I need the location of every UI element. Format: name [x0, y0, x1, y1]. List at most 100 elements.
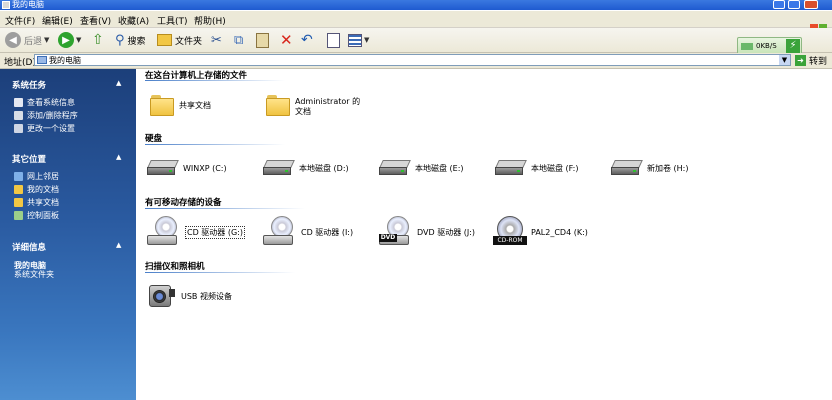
search-icon: ⚲	[115, 32, 125, 48]
go-button[interactable]: ➜ 转到	[795, 54, 827, 67]
up-folder-button[interactable]: ⇧	[92, 31, 104, 49]
properties-button[interactable]	[327, 31, 340, 49]
address-dropdown-icon[interactable]: ▼	[779, 55, 790, 65]
task-view-system-info[interactable]: 查看系统信息	[14, 97, 75, 108]
network-speed-value: 0KB/S	[756, 42, 777, 50]
toolbar: ◀ 后退 ▼ ▶ ▼ ⇧ ⚲ 搜索 文件夹 ✂ ⧉ ✕ ↶ ▼	[0, 28, 832, 53]
add-remove-programs-icon	[14, 111, 23, 120]
drive-g-cd[interactable]: CD 驱动器 (G:)	[147, 216, 245, 248]
back-label: 后退	[24, 36, 43, 47]
views-dropdown-icon[interactable]: ▼	[364, 36, 369, 44]
item-label: 共享文档	[179, 100, 211, 110]
item-label: PAL2_CD4 (K:)	[531, 227, 588, 237]
network-places-icon	[14, 172, 23, 181]
group-divider	[145, 80, 285, 81]
folder-shared-documents[interactable]: 共享文档	[149, 93, 211, 117]
title-bar: 我的电脑	[0, 0, 832, 10]
item-label: WINXP (C:)	[183, 163, 227, 173]
search-label: 搜索	[127, 36, 146, 47]
properties-icon	[327, 32, 340, 48]
go-label: 转到	[809, 57, 828, 67]
task-label: 更改一个设置	[27, 124, 75, 133]
folders-label: 文件夹	[175, 36, 203, 47]
drive-j-dvd[interactable]: DVD DVD 驱动器 (J:)	[379, 216, 475, 248]
menu-help[interactable]: 帮助(H)	[194, 14, 226, 27]
system-info-icon	[14, 98, 23, 107]
task-label: 添加/删除程序	[27, 111, 78, 120]
usb-video-device[interactable]: USB 视频设备	[147, 281, 232, 311]
collapse-chevron-icon[interactable]: ▲	[116, 153, 121, 161]
task-add-remove-programs[interactable]: 添加/删除程序	[14, 110, 78, 121]
address-bar: 地址(D) 我的电脑 ▼ ➜ 转到	[0, 53, 832, 69]
place-label: 我的文档	[27, 185, 59, 194]
delete-button[interactable]: ✕	[280, 31, 293, 49]
lightning-icon: ⚡	[786, 39, 800, 53]
views-button[interactable]: ▼	[348, 31, 369, 49]
collapse-chevron-icon[interactable]: ▲	[116, 79, 121, 87]
place-network[interactable]: 网上邻居	[14, 171, 59, 182]
maximize-button[interactable]	[788, 0, 800, 9]
folders-button[interactable]: 文件夹	[157, 31, 202, 49]
folder-admin-documents[interactable]: Administrator 的文档	[265, 93, 367, 117]
my-documents-icon	[14, 185, 23, 194]
item-label: CD 驱动器 (G:)	[185, 225, 245, 239]
dvd-drive-icon: DVD	[379, 216, 413, 248]
drive-i-cd[interactable]: CD 驱动器 (I:)	[263, 216, 353, 248]
undo-button[interactable]: ↶	[301, 31, 313, 49]
place-my-documents[interactable]: 我的文档	[14, 184, 59, 195]
forward-dropdown-icon[interactable]: ▼	[76, 36, 81, 44]
drive-c[interactable]: WINXP (C:)	[147, 158, 227, 178]
folder-icon	[265, 93, 291, 117]
place-label: 网上邻居	[27, 172, 59, 181]
hard-disk-icon	[611, 158, 643, 178]
menu-favorites[interactable]: 收藏(A)	[118, 14, 149, 27]
place-shared-documents[interactable]: 共享文档	[14, 197, 59, 208]
drive-e[interactable]: 本地磁盘 (E:)	[379, 158, 464, 178]
group-removable-storage: 有可移动存储的设备	[145, 198, 222, 208]
menu-edit[interactable]: 编辑(E)	[42, 14, 73, 27]
minimize-button[interactable]	[773, 0, 785, 9]
drive-h[interactable]: 新加卷 (H:)	[611, 158, 689, 178]
paste-button[interactable]	[256, 31, 269, 49]
forward-arrow-icon: ▶	[58, 32, 74, 48]
place-label: 控制面板	[27, 211, 59, 220]
collapse-chevron-icon[interactable]: ▲	[116, 241, 121, 249]
back-button[interactable]: ◀ 后退 ▼	[5, 31, 49, 49]
cut-button[interactable]: ✂	[211, 31, 222, 49]
control-setting-icon	[14, 124, 23, 133]
back-arrow-icon: ◀	[5, 32, 21, 48]
window-title: 我的电脑	[12, 0, 44, 9]
place-label: 共享文档	[27, 198, 59, 207]
place-control-panel[interactable]: 控制面板	[14, 210, 59, 221]
details-header[interactable]: 详细信息	[12, 241, 46, 253]
item-label: 本地磁盘 (E:)	[415, 163, 464, 173]
folders-icon	[157, 34, 172, 46]
item-label: USB 视频设备	[181, 291, 232, 301]
details-type: 系统文件夹	[14, 270, 54, 279]
drive-d[interactable]: 本地磁盘 (D:)	[263, 158, 349, 178]
search-button[interactable]: ⚲ 搜索	[115, 31, 146, 49]
menu-view[interactable]: 查看(V)	[80, 14, 111, 27]
other-places-header[interactable]: 其它位置	[12, 153, 46, 165]
group-divider	[145, 272, 295, 273]
menu-tools[interactable]: 工具(T)	[157, 14, 188, 27]
task-pane: 系统任务 ▲ 查看系统信息 添加/删除程序 更改一个设置 其它位置 ▲ 网上邻居…	[0, 69, 136, 400]
drive-f[interactable]: 本地磁盘 (F:)	[495, 158, 578, 178]
task-change-setting[interactable]: 更改一个设置	[14, 123, 75, 134]
scissors-icon: ✂	[211, 32, 222, 48]
hard-disk-icon	[495, 158, 527, 178]
close-button[interactable]	[804, 0, 818, 9]
forward-button[interactable]: ▶ ▼	[58, 31, 81, 49]
address-input[interactable]: 我的电脑 ▼	[34, 54, 791, 66]
delete-x-icon: ✕	[280, 31, 293, 49]
back-dropdown-icon[interactable]: ▼	[44, 36, 49, 44]
content-pane: 在这台计算机上存储的文件 共享文档 Administrator 的文档 硬盘 W…	[137, 69, 832, 400]
camera-icon	[147, 281, 177, 311]
hard-disk-icon	[263, 158, 295, 178]
up-folder-icon: ⇧	[92, 32, 104, 48]
copy-button[interactable]: ⧉	[234, 31, 243, 49]
menu-file[interactable]: 文件(F)	[5, 14, 35, 27]
system-tasks-header[interactable]: 系统任务	[12, 79, 46, 91]
drive-k-cdrom[interactable]: CD-ROM PAL2_CD4 (K:)	[493, 216, 588, 248]
item-label: 本地磁盘 (D:)	[299, 163, 349, 173]
